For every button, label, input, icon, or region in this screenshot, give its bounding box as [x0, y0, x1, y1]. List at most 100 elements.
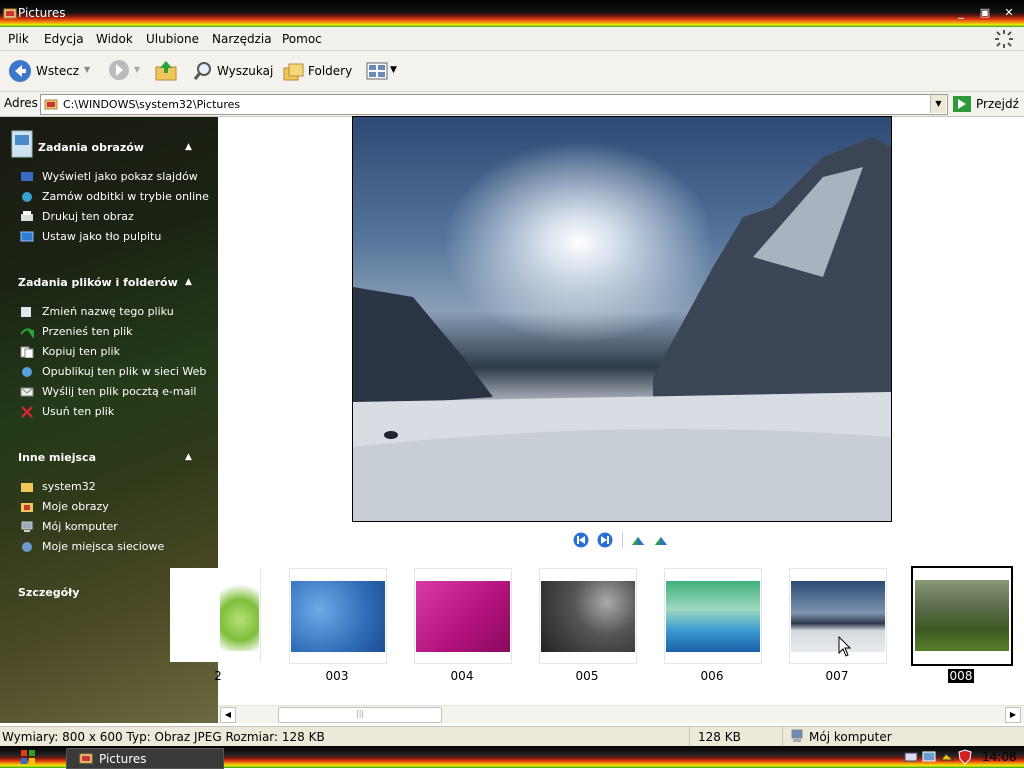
horizontal-scrollbar[interactable]: ◀ ||| ▶	[218, 705, 1024, 723]
collapse-chevron-icon[interactable]: ▲	[185, 452, 192, 462]
task-rename[interactable]: Zmień nazwę tego pliku	[42, 305, 174, 318]
status-bar: Wymiary: 800 x 600 Typ: Obraz JPEG Rozmi…	[0, 726, 1024, 746]
task-set-background[interactable]: Ustaw jako tło pulpitu	[42, 230, 161, 243]
folder-pictures-icon	[44, 99, 58, 110]
taskbar-task-pictures[interactable]: Pictures	[66, 748, 224, 769]
scroll-left-button[interactable]: ◀	[220, 707, 236, 723]
rotate-counterclockwise-icon[interactable]	[653, 533, 669, 547]
desktop-background-icon	[20, 231, 34, 242]
forward-button[interactable]: ▼	[106, 57, 142, 85]
chevron-down-icon: ▼	[390, 65, 397, 75]
task-email[interactable]: Wyślij ten plik pocztą e-mail	[42, 385, 197, 398]
throbber-icon	[995, 30, 1013, 48]
views-icon	[366, 62, 388, 80]
thumbnail-item-selected[interactable]	[911, 566, 1013, 666]
network-tray-icon[interactable]	[904, 750, 918, 764]
thumbnail-label: 007	[825, 669, 849, 683]
go-arrow-icon	[953, 96, 971, 112]
task-move[interactable]: Przenieś ten plik	[42, 325, 133, 338]
search-label: Wyszukaj	[217, 64, 274, 78]
folder-icon	[21, 483, 33, 492]
thumbnail-label: 006	[700, 669, 724, 683]
taskbar-task-label: Pictures	[99, 752, 147, 766]
status-image-info: Wymiary: 800 x 600 Typ: Obraz JPEG Rozmi…	[2, 730, 325, 744]
display-tray-icon[interactable]	[922, 750, 936, 764]
up-folder-icon[interactable]	[154, 59, 178, 83]
close-button[interactable]: ✕	[1000, 6, 1018, 20]
status-divider	[782, 727, 783, 746]
thumbnail-image	[416, 581, 510, 652]
back-button[interactable]: Wstecz ▼	[6, 57, 96, 85]
thumbnail-label: 003	[325, 669, 349, 683]
thumbnail-image	[666, 581, 760, 652]
thumbnail-label: 008	[913, 668, 1009, 684]
title-bar[interactable]: Pictures _ ▣ ✕	[0, 0, 1024, 27]
scroll-thumb[interactable]: |||	[278, 707, 442, 723]
place-system32[interactable]: system32	[42, 480, 96, 493]
task-slideshow[interactable]: Wyświetl jako pokaz slajdów	[42, 170, 198, 183]
place-my-computer[interactable]: Mój komputer	[42, 520, 118, 533]
next-image-icon[interactable]	[597, 532, 613, 548]
collapse-chevron-icon[interactable]: ▲	[185, 142, 192, 152]
task-print[interactable]: Drukuj ten obraz	[42, 210, 134, 223]
place-my-pictures[interactable]: Moje obrazy	[42, 500, 109, 513]
my-computer-icon	[21, 521, 33, 532]
menu-favorites[interactable]: Ulubione	[146, 32, 199, 46]
rotate-clockwise-icon[interactable]	[630, 533, 646, 547]
menu-file[interactable]: Plik	[8, 32, 29, 46]
collapse-chevron-icon[interactable]: ▲	[185, 277, 192, 287]
taskbar: Pictures 14:08	[0, 746, 1024, 769]
thumbnail-frame	[218, 568, 261, 662]
rename-icon	[21, 307, 31, 317]
menu-help[interactable]: Pomoc	[282, 32, 322, 46]
thumbnail-item[interactable]	[289, 568, 387, 664]
scroll-right-button[interactable]: ▶	[1005, 707, 1021, 723]
delete-icon	[21, 406, 33, 418]
section-title-details[interactable]: Szczegóły	[18, 586, 79, 599]
start-button[interactable]	[0, 746, 60, 768]
network-places-icon	[22, 542, 32, 552]
thumbnail-item[interactable]	[414, 568, 512, 664]
slideshow-icon	[21, 172, 33, 181]
thumbnail-item[interactable]	[539, 568, 637, 664]
menu-view[interactable]: Widok	[96, 32, 133, 46]
folders-icon	[283, 63, 304, 81]
separator	[622, 532, 623, 548]
address-input[interactable]: C:\WINDOWS\system32\Pictures	[40, 94, 948, 115]
task-delete[interactable]: Usuń ten plik	[42, 405, 114, 418]
folders-label: Foldery	[308, 64, 353, 78]
views-button[interactable]: ▼	[366, 60, 402, 82]
thumbnail-label: 004	[450, 669, 474, 683]
go-button[interactable]: Przejdź	[952, 94, 1020, 114]
search-icon	[193, 62, 211, 80]
chevron-down-icon: ▼	[84, 65, 91, 74]
status-size: 128 KB	[698, 730, 741, 744]
section-title-other-places[interactable]: Inne miejsca	[18, 451, 96, 464]
previous-image-icon[interactable]	[573, 532, 589, 548]
image-preview[interactable]	[352, 116, 892, 522]
task-order-prints[interactable]: Zamów odbitki w trybie online	[42, 190, 209, 203]
menu-edit[interactable]: Edycja	[44, 32, 84, 46]
section-title-file-tasks[interactable]: Zadania plików i folderów	[18, 276, 178, 289]
thumbnail-label: 005	[575, 669, 599, 683]
task-copy[interactable]: Kopiuj ten plik	[42, 345, 120, 358]
status-zone: Mój komputer	[809, 730, 892, 744]
search-button[interactable]: Wyszukaj	[190, 57, 274, 85]
back-arrow-icon	[9, 60, 31, 82]
window-title: Pictures	[18, 6, 66, 20]
place-network[interactable]: Moje miejsca sieciowe	[42, 540, 164, 553]
menu-tools[interactable]: Narzędzia	[212, 32, 272, 46]
section-title-image-tasks[interactable]: Zadania obrazów	[38, 141, 144, 154]
images-folder-icon	[11, 130, 33, 158]
status-divider	[689, 727, 690, 746]
restore-button[interactable]: ▣	[976, 6, 994, 20]
task-publish[interactable]: Opublikuj ten plik w sieci Web	[42, 365, 206, 378]
order-prints-icon	[22, 192, 32, 202]
update-tray-icon[interactable]	[940, 750, 954, 764]
minimize-button[interactable]: _	[952, 6, 970, 20]
security-shield-icon[interactable]	[958, 749, 972, 765]
address-dropdown-button[interactable]: ▼	[930, 95, 946, 113]
thumbnail-item[interactable]	[664, 568, 762, 664]
preview-landscape-image	[353, 117, 891, 521]
folders-button[interactable]: Foldery	[280, 57, 352, 85]
